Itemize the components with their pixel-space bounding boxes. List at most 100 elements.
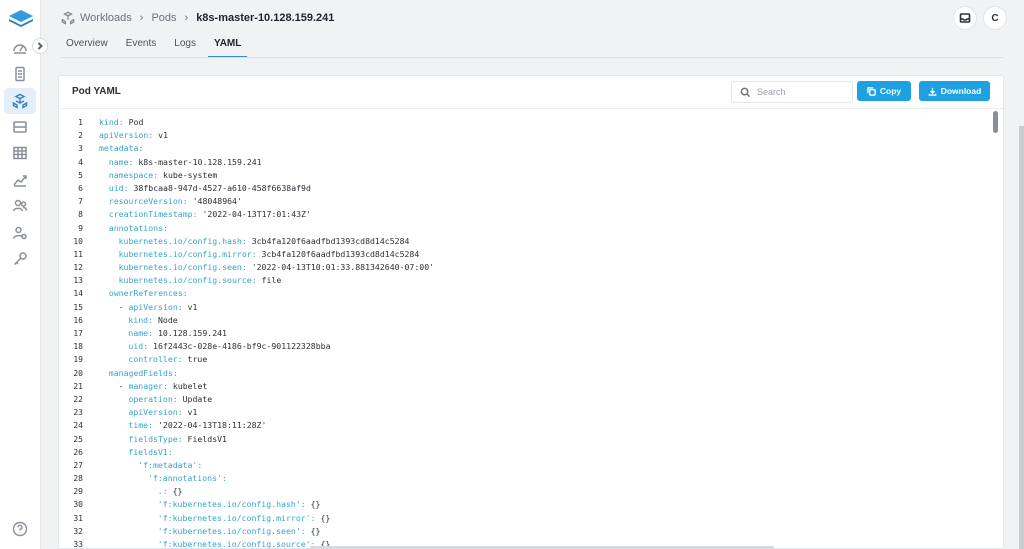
yaml-value: {} — [315, 512, 331, 523]
yaml-colon: : — [221, 473, 227, 484]
yaml-list-marker: - — [118, 301, 129, 312]
yaml-colon: : — [138, 143, 144, 154]
yaml-text: kubernetes.io/config.seen: '2022-04-13T1… — [99, 261, 435, 274]
workloads-icon[interactable] — [4, 88, 36, 114]
avatar-initial: C — [991, 12, 999, 24]
tab-events[interactable]: Events — [126, 38, 157, 58]
line-number: 13 — [73, 276, 83, 286]
yaml-key: kubernetes.io/config.mirror — [118, 248, 252, 259]
line-number: 18 — [73, 342, 83, 352]
yaml-text: operation: Update — [99, 393, 212, 406]
yaml-value: {} — [305, 525, 321, 536]
download-button[interactable]: Download — [919, 81, 990, 101]
yaml-line: 16 kind: Node — [59, 314, 993, 327]
yaml-line: 6 uid: 38fbcaa8-947d-4527-a610-458f6638af… — [59, 182, 993, 195]
workloads-icon — [61, 11, 75, 25]
key-icon[interactable] — [10, 249, 30, 269]
line-number: 3 — [78, 144, 83, 154]
cluster-icon[interactable] — [10, 64, 30, 84]
yaml-value: Update — [177, 393, 213, 404]
storage-icon[interactable] — [10, 117, 30, 137]
yaml-value: kubelet — [167, 380, 208, 391]
yaml-line: 20 managedFields: — [59, 367, 993, 380]
yaml-list-marker: - — [118, 380, 129, 391]
pod-yaml-card: Pod YAML Copy Download 1 kind: Pod 2 apiVer… — [58, 75, 1004, 549]
yaml-text: - manager: kubelet — [99, 380, 208, 393]
yaml-line: 7 resourceVersion: '48048964' — [59, 195, 993, 208]
yaml-line: 3 metadata: — [59, 142, 993, 155]
yaml-key: 'f:kubernetes.io/config.mirror' — [157, 512, 311, 523]
vertical-scrollbar-thumb[interactable] — [993, 111, 998, 133]
yaml-text: 'f:metadata': — [99, 459, 202, 472]
yaml-value: true — [182, 354, 208, 365]
yaml-text: kubernetes.io/config.source: file — [99, 274, 282, 287]
breadcrumb: Workloads › Pods › k8s-master-10.128.159… — [61, 10, 334, 26]
copy-button-label: Copy — [879, 86, 902, 96]
table-icon[interactable] — [10, 143, 30, 163]
yaml-text: managedFields: — [99, 367, 178, 380]
line-number: 27 — [73, 460, 83, 470]
yaml-editor[interactable]: 1 kind: Pod 2 apiVersion: v1 3 metadata: 4 name… — [59, 116, 993, 548]
user-settings-icon[interactable] — [10, 223, 30, 243]
tab-bar: Overview Events Logs YAML — [66, 38, 259, 58]
yaml-value: Node — [153, 314, 178, 325]
yaml-value: kube-system — [158, 169, 218, 180]
breadcrumb-current-pod: k8s-master-10.128.159.241 — [196, 12, 335, 24]
yaml-key: resourceVersion — [108, 196, 183, 207]
line-number: 23 — [73, 408, 83, 418]
dashboard-icon[interactable] — [10, 38, 30, 58]
yaml-colon: : — [197, 459, 203, 470]
yaml-text: uid: 16f2443c-028e-4186-bf9c-901122328bb… — [99, 340, 331, 353]
yaml-text: kubernetes.io/config.hash: 3cb4fa120f6aa… — [99, 235, 410, 248]
yaml-key: manager — [128, 380, 163, 391]
line-number: 17 — [73, 329, 83, 338]
app-logo-icon[interactable] — [7, 8, 35, 28]
breadcrumb-workloads[interactable]: Workloads — [80, 12, 132, 24]
yaml-key: namespace — [108, 169, 154, 180]
breadcrumb-pods[interactable]: Pods — [151, 12, 176, 24]
sidebar-expand-button[interactable] — [32, 38, 48, 54]
yaml-line: 25 fieldsType: FieldsV1 — [59, 433, 993, 446]
yaml-key: kind — [99, 117, 119, 127]
yaml-text: namespace: kube-system — [99, 169, 217, 182]
yaml-key: apiVersion — [99, 130, 149, 141]
yaml-line: 11 kubernetes.io/config.mirror: 3cb4fa120… — [59, 248, 993, 261]
line-number: 9 — [78, 223, 83, 233]
yaml-line: 14 ownerReferences: — [59, 287, 993, 300]
line-number: 5 — [78, 170, 83, 180]
yaml-line: 2 apiVersion: v1 — [59, 129, 993, 142]
yaml-line: 32 'f:kubernetes.io/config.seen': {} — [59, 525, 993, 538]
search-box[interactable] — [731, 81, 853, 103]
user-avatar[interactable]: C — [984, 7, 1006, 29]
yaml-value: '2022-04-13T17:01:43Z' — [197, 209, 311, 220]
search-input[interactable] — [757, 87, 849, 97]
yaml-key: kubernetes.io/config.seen — [118, 262, 242, 273]
tab-yaml[interactable]: YAML — [207, 38, 248, 58]
monitoring-icon[interactable] — [10, 170, 30, 190]
yaml-value: 16f2443c-028e-4186-bf9c-901122328bba — [148, 341, 331, 352]
yaml-value: {} — [305, 499, 321, 510]
help-icon[interactable] — [12, 521, 28, 537]
yaml-value: 3cb4fa120f6aadfbd1393cd8d14c5284 — [246, 235, 410, 246]
yaml-text: uid: 38fbcaa8-947d-4527-a610-458f6638af9… — [99, 182, 311, 195]
chevron-right-icon: › — [139, 12, 144, 24]
copy-button[interactable]: Copy — [857, 81, 911, 101]
vertical-scrollbar-track[interactable] — [1019, 126, 1024, 549]
line-number: 20 — [73, 368, 83, 378]
inbox-icon[interactable] — [954, 7, 976, 29]
yaml-value: file — [256, 275, 282, 286]
yaml-key: uid — [108, 182, 124, 193]
line-number: 22 — [73, 394, 83, 404]
line-number: 30 — [73, 500, 83, 510]
users-icon[interactable] — [10, 196, 30, 216]
yaml-value: '2022-04-13T18:11:28Z' — [153, 420, 267, 431]
tab-overview[interactable]: Overview — [66, 38, 108, 58]
yaml-text: apiVersion: v1 — [99, 406, 197, 419]
tab-logs[interactable]: Logs — [174, 38, 196, 58]
yaml-key: fieldsType — [128, 433, 178, 444]
yaml-key: apiVersion — [128, 407, 178, 418]
yaml-text: 'f:kubernetes.io/config.source': {} — [99, 538, 331, 548]
yaml-line: 27 'f:metadata': — [59, 459, 993, 472]
yaml-value: k8s-master-10.128.159.241 — [133, 156, 262, 167]
line-number: 28 — [73, 474, 83, 484]
